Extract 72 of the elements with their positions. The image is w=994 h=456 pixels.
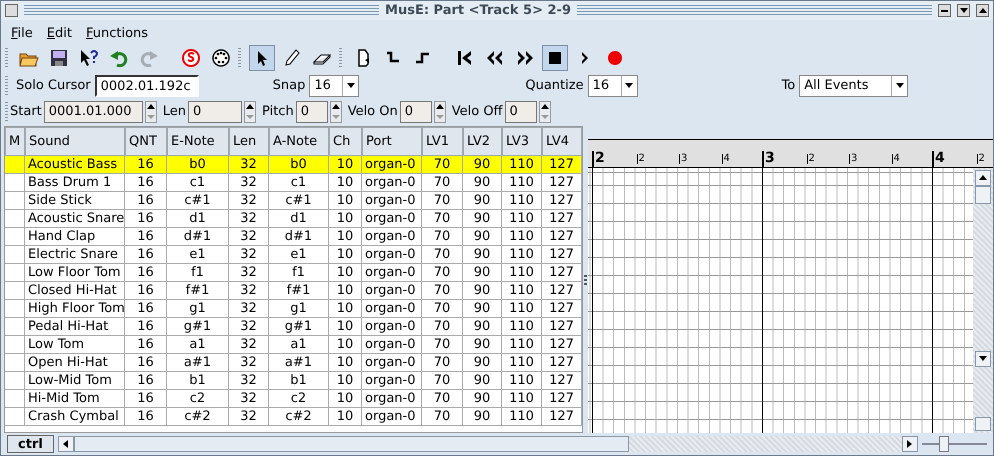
table-cell: Crash Cymbal [25,408,125,426]
field-label: Velo Off [452,104,503,119]
column-header[interactable]: Sound [25,127,125,156]
table-cell: 70 [422,408,463,426]
table-row[interactable]: Bass Drum 1 16 c1 32 c1 10 organ-0 70 90 110 127 [5,174,582,192]
table-cell: c#2 [269,408,329,426]
beat-number: 2 [976,154,986,164]
table-cell: 110 [502,408,542,426]
column-header[interactable]: M [5,127,25,156]
table-row[interactable]: Side Stick 16 c#1 32 c#1 10 organ-0 70 90 110 127 [5,192,582,210]
field-label: Pitch [262,104,294,119]
table-row[interactable]: Electric Snare 16 e1 32 e1 10 organ-0 70 90 110 127 [5,246,582,264]
field-label: Solo Cursor [16,78,91,93]
spin-field[interactable]: 0001.01.000 [44,100,143,122]
column-header[interactable]: Len [229,127,269,156]
column-header[interactable]: Ch [329,127,362,156]
bar-number: 2 [594,151,606,167]
column-header[interactable]: QNT [125,127,167,156]
bar-number: 3 [764,151,776,167]
table-cell: 90 [463,408,502,426]
menu-item[interactable]: Edit [46,26,72,40]
table-row[interactable]: Crash Cymbal 16 c#2 32 c#2 10 organ-0 70 90 110 127 [5,408,582,426]
field-label: Snap [272,78,306,93]
table-cell: 10 [329,408,362,426]
table-cell: c#2 [167,408,229,426]
table-row[interactable]: Hi-Mid Tom 16 c2 32 c2 10 organ-0 70 90 110 127 [5,390,582,408]
field-label: Len [162,104,186,119]
quantize-dropdown[interactable]: 16 [588,74,638,96]
field-label: To [782,78,796,93]
ctrl-button[interactable]: ctrl [7,435,54,453]
time-ruler[interactable]: 2 2 3 4 3 2 3 4 4 2 [588,139,993,168]
solo-cursor-field[interactable]: 0002.01.192c [94,74,199,96]
beat-number: 3 [849,154,892,164]
beat-number: 2 [806,154,849,164]
to-dropdown[interactable]: All Events [799,74,908,96]
column-header[interactable]: Port [362,127,422,156]
table-row[interactable]: Low Floor Tom 16 f1 32 f1 10 organ-0 70 90 110 127 [5,264,582,282]
column-header[interactable]: LV4 [542,127,582,156]
column-header[interactable]: A-Note [269,127,329,156]
menu-item[interactable]: Functions [86,26,148,40]
table-row[interactable]: Acoustic Snare 16 d1 32 d1 10 organ-0 70 90 110 127 [5,210,582,228]
table-cell: organ-0 [362,408,422,426]
spin-field[interactable]: 0 [504,100,537,122]
spin-field[interactable]: 0 [188,100,242,122]
table-row[interactable]: Low Tom 16 a1 32 a1 10 organ-0 70 90 110 127 [5,336,582,354]
column-header[interactable]: LV3 [502,127,542,156]
table-cell: 16 [125,408,167,426]
table-row[interactable]: Hand Clap 16 d#1 32 d#1 10 organ-0 70 90 110 127 [5,228,582,246]
bar-number: 4 [934,151,946,167]
beat-number: 2 [636,154,679,164]
spin-field[interactable]: 0 [296,100,328,122]
table-row[interactable]: Pedal Hi-Hat 16 g#1 32 g#1 10 organ-0 70 90 110 127 [5,318,582,336]
column-header[interactable]: E-Note [167,127,229,156]
field-label: Quantize [525,78,584,93]
table-row[interactable]: High Floor Tom 16 g1 32 g1 10 organ-0 70 90 110 127 [5,300,582,318]
field-label: Velo On [348,104,398,119]
beat-number: 4 [722,154,731,164]
beat-number: 3 [679,154,722,164]
column-header[interactable]: LV1 [422,127,463,156]
beat-number: 4 [892,154,901,164]
table-cell: 127 [542,408,582,426]
window-title: MusE: Part <Track 5> 2-9 [385,3,571,18]
table-row[interactable]: Low-Mid Tom 16 b1 32 b1 10 organ-0 70 90 110 127 [5,372,582,390]
snap-dropdown[interactable]: 16 [309,74,360,96]
table-row[interactable]: Acoustic Bass 16 b0 32 b0 10 organ-0 70 90 110 127 [5,156,582,174]
table-row[interactable]: Open Hi-Hat 16 a#1 32 a#1 10 organ-0 70 90 110 127 [5,354,582,372]
field-label: Start [10,104,42,119]
menu-item[interactable]: File [11,26,33,40]
spin-field[interactable]: 0 [400,100,432,122]
table-row[interactable]: Closed Hi-Hat 16 f#1 32 f#1 10 organ-0 70 90 110 127 [5,282,582,300]
column-header[interactable]: LV2 [463,127,502,156]
table-cell: 32 [229,408,269,426]
